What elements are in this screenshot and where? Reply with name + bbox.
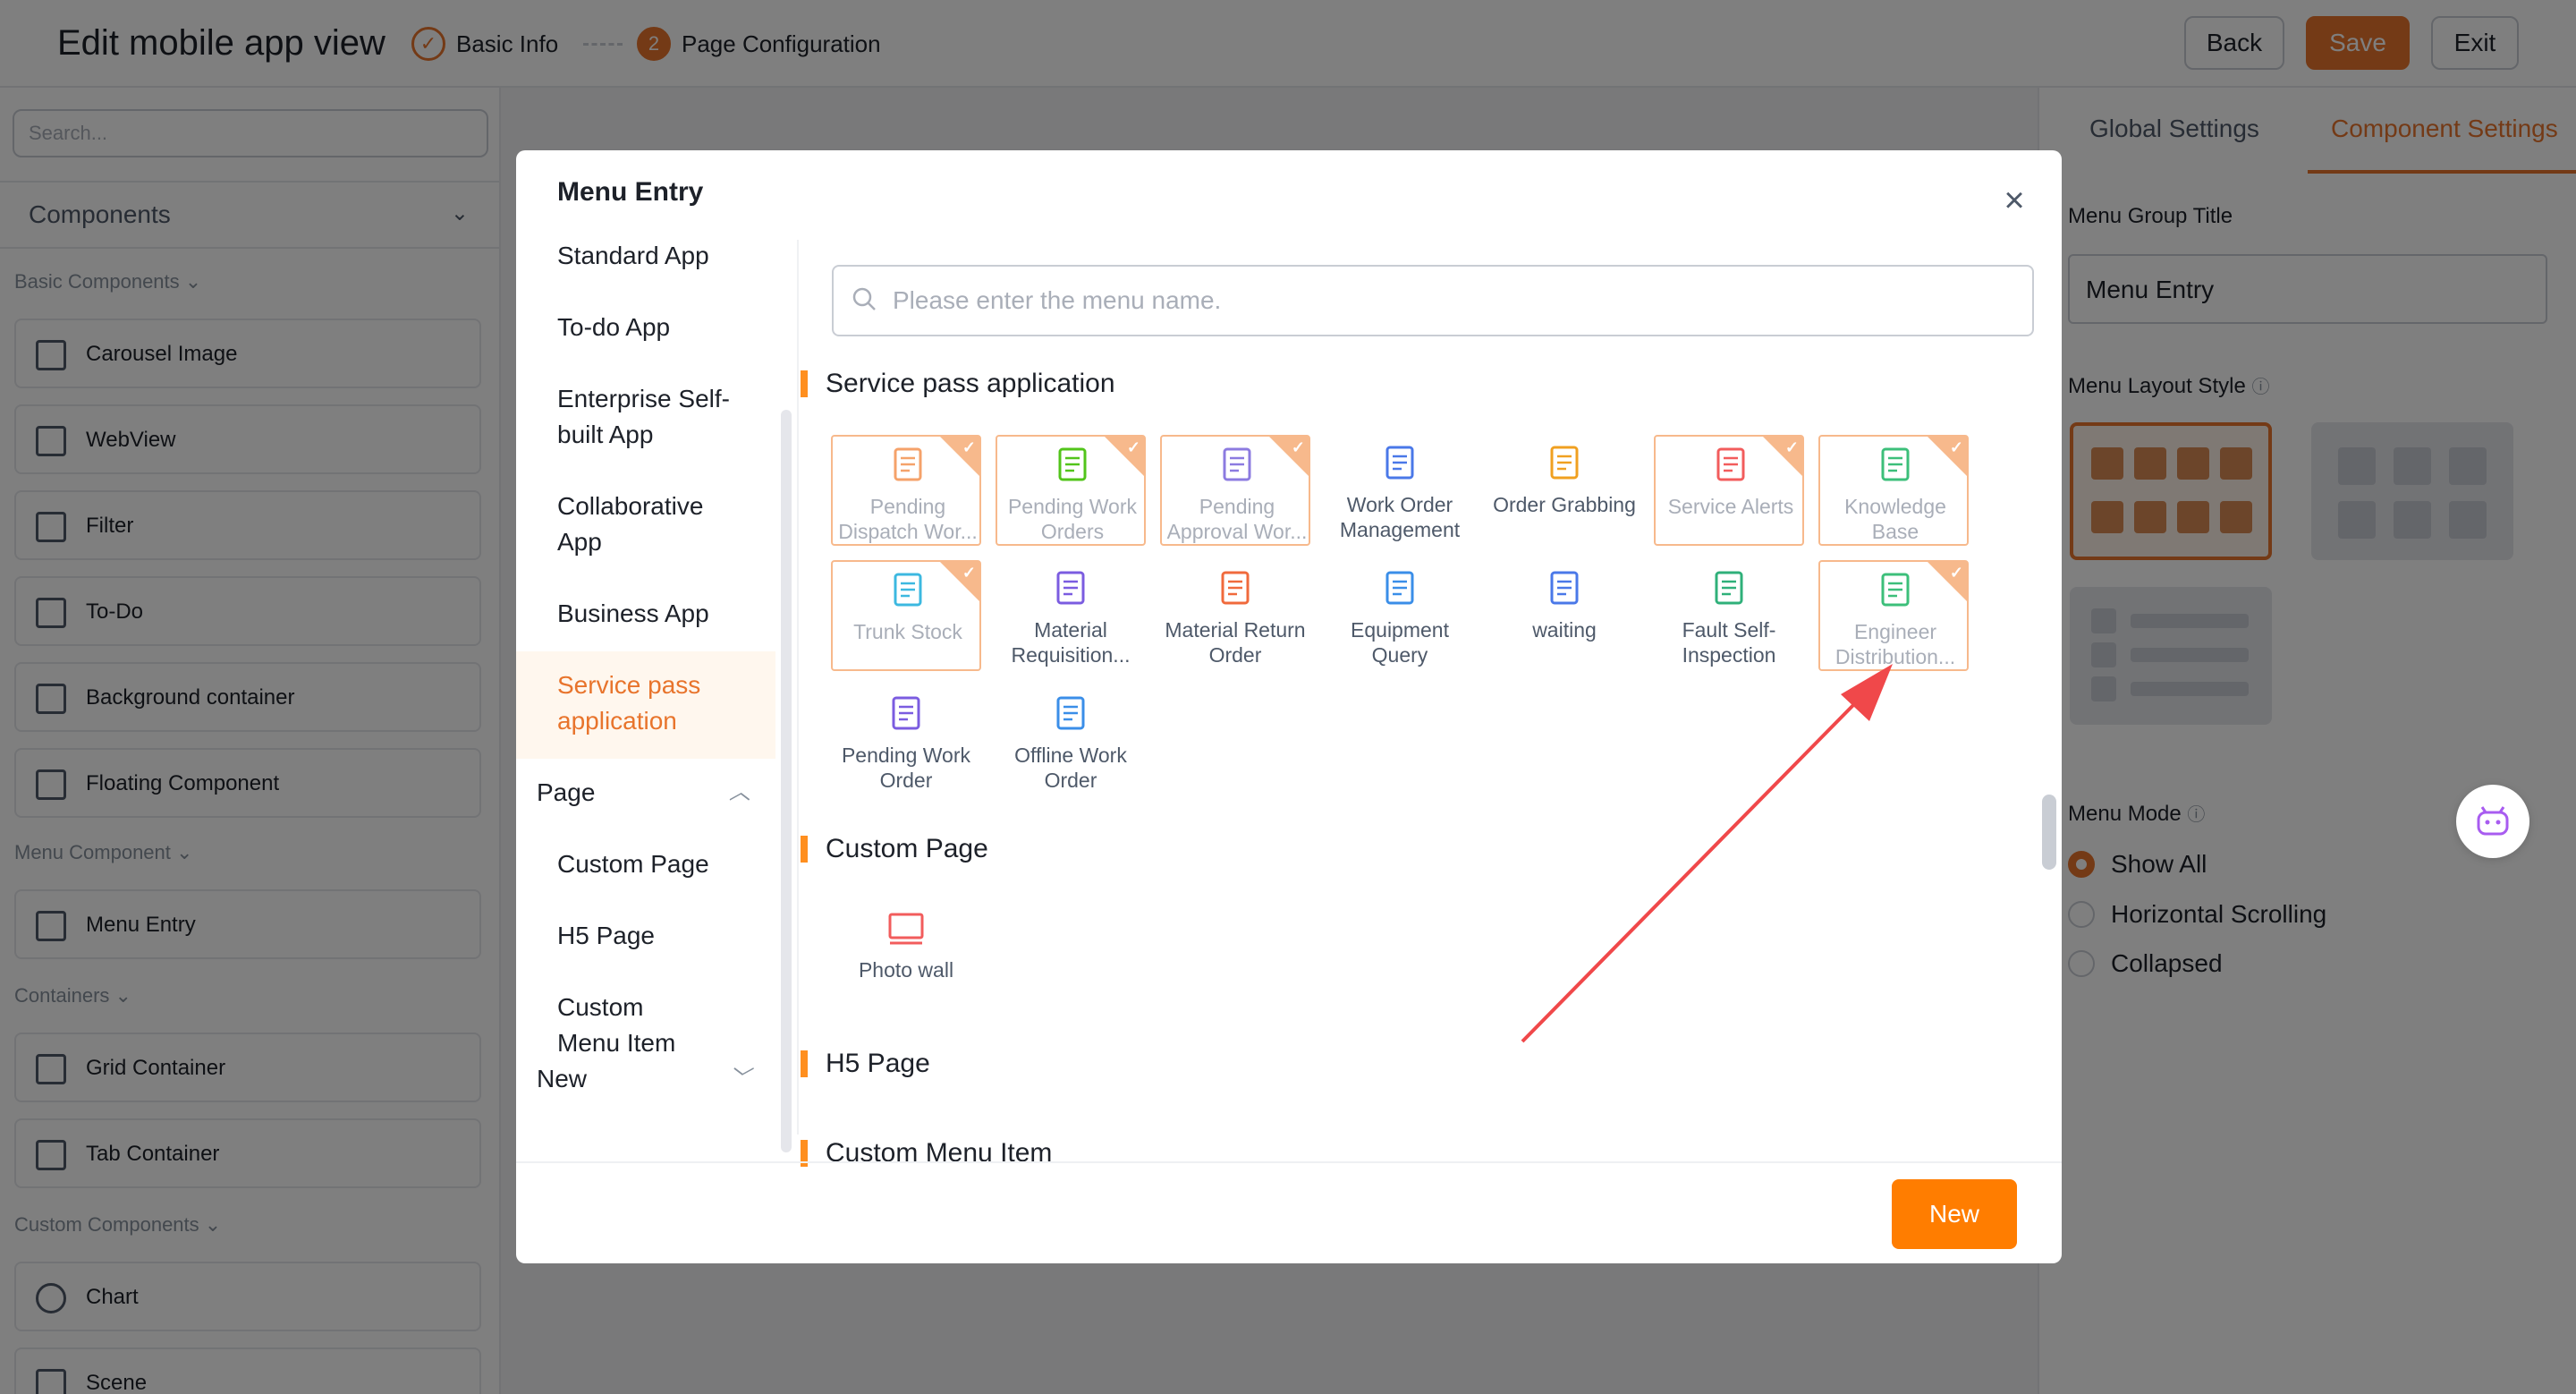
search-placeholder: Please enter the menu name.	[893, 286, 1222, 314]
check-icon: ✓	[1784, 438, 1799, 456]
list-doc-icon	[1385, 446, 1414, 480]
nav-h5-page[interactable]: H5 Page	[516, 918, 775, 954]
nav-collaborative-app[interactable]: Collaborative App	[516, 489, 775, 560]
dispatch-doc-icon	[894, 447, 922, 481]
menu-item[interactable]: Work Order Management	[1325, 435, 1475, 546]
grab-doc-icon	[1550, 446, 1579, 480]
return-doc-icon	[1221, 571, 1250, 605]
section-title-service-pass: Service pass application	[801, 370, 1115, 397]
alert-circle-icon	[1716, 447, 1745, 481]
menu-item[interactable]: Service Alerts ✓	[1654, 435, 1804, 546]
menu-item-label: Engineer Distribution...	[1835, 620, 1956, 668]
divider	[797, 240, 799, 1135]
dialog-title: Menu Entry	[557, 177, 704, 207]
nav-custom-menu-item[interactable]: Custom Menu Item	[516, 990, 775, 1061]
check-icon: ✓	[1291, 438, 1305, 456]
new-button[interactable]: New	[1892, 1179, 2017, 1249]
menu-item-label: Pending Dispatch Wor...	[838, 495, 978, 543]
material-box-icon	[1056, 571, 1085, 605]
door-icon	[1550, 571, 1579, 605]
chevron-up-icon: ︿	[729, 780, 750, 804]
robot-icon	[2477, 806, 2509, 836]
menu-item-label: Equipment Query	[1351, 618, 1449, 667]
wrench-icon	[1058, 447, 1087, 481]
menu-item[interactable]: waiting	[1489, 560, 1640, 671]
menu-item[interactable]: Order Grabbing	[1489, 435, 1640, 546]
check-icon: ✓	[962, 438, 976, 456]
close-icon[interactable]: ×	[1995, 183, 2034, 222]
chevron-down-icon: ﹀	[729, 1067, 750, 1091]
menu-item[interactable]: Offline Work Order	[996, 685, 1146, 796]
menu-item-photo-wall[interactable]: Photo wall	[831, 900, 981, 1011]
menu-item-label: Knowledge Base	[1844, 495, 1946, 543]
menu-entry-dialog: Menu Entry × Standard App To-do App Ente…	[516, 150, 2062, 1263]
menu-item[interactable]: Knowledge Base ✓	[1818, 435, 1969, 546]
menu-item-label: Material Requisition...	[1011, 618, 1131, 667]
menu-item[interactable]: Equipment Query	[1325, 560, 1475, 671]
nav-standard-app[interactable]: Standard App	[516, 238, 775, 274]
menu-item-label: Pending Work Order	[841, 744, 971, 792]
section-title-custom-page: Custom Page	[801, 836, 988, 863]
menu-item[interactable]: Pending Approval Wor... ✓	[1160, 435, 1310, 546]
menu-item-label: Order Grabbing	[1493, 493, 1636, 516]
menu-item-label: Pending Work Orders	[1007, 495, 1138, 543]
photo-wall-icon	[888, 913, 924, 945]
menu-item[interactable]: Fault Self-Inspection	[1654, 560, 1804, 671]
menu-item[interactable]: Pending Work Order	[831, 685, 981, 796]
nav-new-section[interactable]: New ﹀	[516, 1061, 775, 1097]
menu-item-label: Service Alerts	[1667, 495, 1794, 518]
nav-todo-app[interactable]: To-do App	[516, 310, 775, 345]
menu-item-label: Material Return Order	[1165, 618, 1306, 667]
menu-item[interactable]: Material Return Order	[1160, 560, 1310, 671]
menu-item-label: waiting	[1532, 618, 1597, 642]
check-icon: ✓	[1126, 438, 1140, 456]
section-title-h5-page: H5 Page	[801, 1050, 930, 1077]
dialog-footer: New	[516, 1161, 2062, 1263]
check-icon: ✓	[962, 564, 976, 582]
pending-clock-doc-icon	[892, 696, 920, 730]
menu-item[interactable]: Pending Dispatch Wor... ✓	[831, 435, 981, 546]
nav-service-pass-application[interactable]: Service pass application	[516, 651, 775, 759]
menu-item[interactable]: Trunk Stock ✓	[831, 560, 981, 671]
inspection-icon	[1715, 571, 1743, 605]
nav-enterprise-self-built-app[interactable]: Enterprise Self-built App	[516, 381, 775, 453]
check-icon: ✓	[1949, 564, 1963, 582]
menu-item[interactable]: Engineer Distribution... ✓	[1818, 560, 1969, 671]
assistant-bot-button[interactable]	[2456, 785, 2529, 858]
wifi-off-icon	[1056, 696, 1085, 730]
menu-item-label: Work Order Management	[1339, 493, 1461, 541]
menu-category-nav: Standard App To-do App Enterprise Self-b…	[516, 240, 775, 1135]
nav-business-app[interactable]: Business App	[516, 596, 775, 632]
menu-item[interactable]: Pending Work Orders ✓	[996, 435, 1146, 546]
menu-search-input[interactable]: Please enter the menu name.	[832, 265, 2034, 336]
book-icon	[1881, 447, 1910, 481]
check-icon: ✓	[1949, 438, 1963, 456]
search-icon	[852, 287, 876, 310]
menu-item-label: Trunk Stock	[853, 620, 962, 643]
menu-item[interactable]: Material Requisition...	[996, 560, 1146, 671]
menu-item-label: Fault Self-Inspection	[1682, 618, 1776, 667]
nav-scrollbar[interactable]	[781, 410, 792, 1152]
equipment-search-icon	[1385, 571, 1414, 605]
nav-page-section[interactable]: Page ︿	[516, 775, 775, 811]
menu-item-label: Photo wall	[858, 958, 954, 982]
nav-custom-page[interactable]: Custom Page	[516, 846, 775, 882]
content-scrollbar[interactable]	[2042, 795, 2056, 870]
menu-item-label: Offline Work Order	[1014, 744, 1127, 792]
engineer-location-icon	[1881, 573, 1910, 607]
approval-stamp-icon	[1223, 447, 1251, 481]
warehouse-icon	[894, 573, 922, 607]
menu-item-label: Pending Approval Wor...	[1166, 495, 1308, 543]
